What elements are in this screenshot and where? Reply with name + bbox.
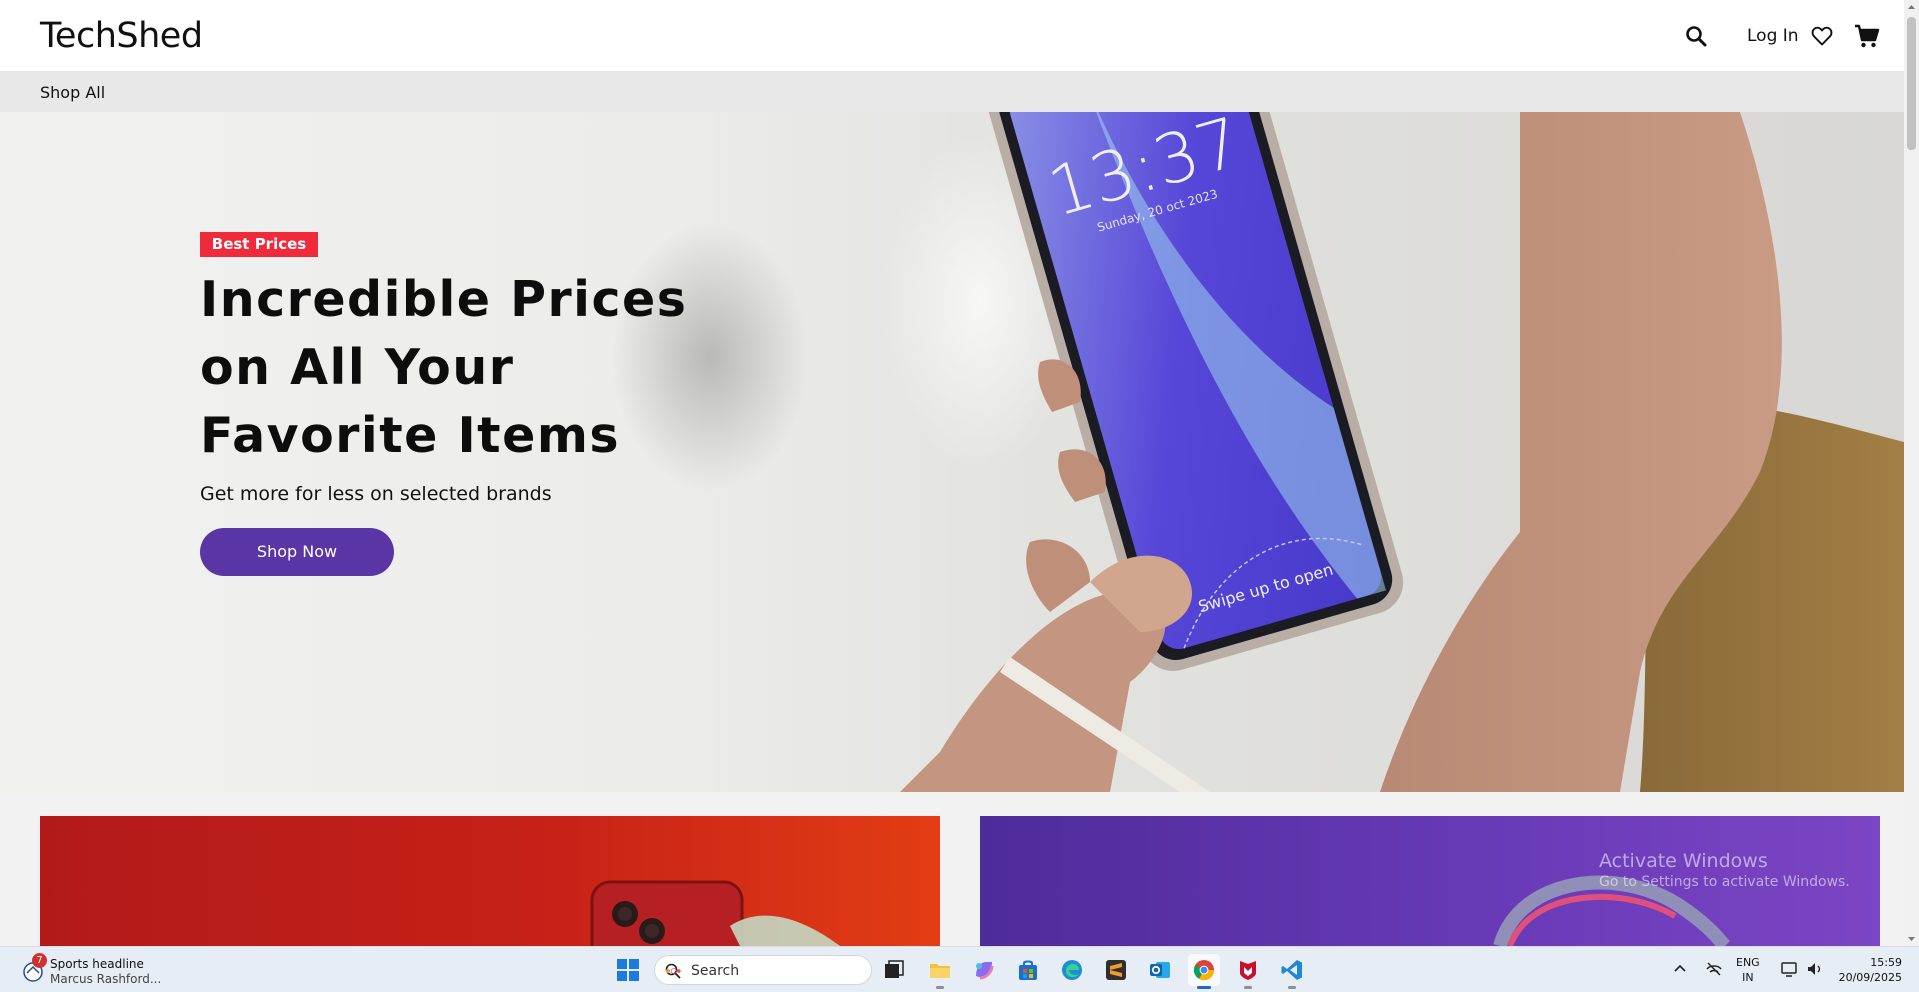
clock-date: 20/09/2025 — [1838, 971, 1902, 984]
news-count-badge: 7 — [32, 953, 47, 968]
edge-icon — [1062, 960, 1082, 980]
outlook-icon — [1150, 962, 1170, 978]
hero-phone-image: 13:37 Sunday, 20 oct 2023 Swipe up to op… — [900, 112, 1904, 792]
promo-card-purple[interactable] — [980, 816, 1880, 946]
region-code: IN — [1742, 971, 1754, 984]
hero-title: Incredible Prices on All Your Favorite I… — [200, 266, 720, 470]
news-widget[interactable]: 7 Sports headline Marcus Rashford... — [20, 953, 162, 987]
scroll-down-arrow-icon[interactable] — [1904, 931, 1919, 946]
sublime-button[interactable] — [1100, 954, 1132, 986]
heart-icon[interactable] — [1810, 24, 1834, 48]
promo-card-red[interactable] — [40, 816, 940, 946]
hero-title-line: Incredible Prices — [200, 271, 688, 328]
outlook-button[interactable] — [1144, 954, 1176, 986]
running-indicator — [1288, 986, 1296, 989]
nav-shop-all[interactable]: Shop All — [40, 83, 105, 102]
taskbar-search[interactable]: Search — [654, 955, 872, 985]
mcafee-button[interactable] — [1232, 954, 1264, 989]
start-button[interactable] — [612, 954, 644, 986]
sublime-text-icon — [1106, 960, 1126, 980]
taskbar-search-placeholder: Search — [691, 963, 740, 979]
site-logo[interactable]: TechShed — [40, 16, 203, 56]
page-scrollbar[interactable] — [1904, 0, 1919, 946]
system-clock[interactable]: 15:59 20/09/2025 — [1836, 955, 1902, 985]
hero-title-line: Favorite Items — [200, 407, 621, 464]
chrome-button[interactable] — [1188, 954, 1220, 989]
vscode-button[interactable] — [1276, 954, 1308, 989]
hero-banner: 13:37 Sunday, 20 oct 2023 Swipe up to op… — [0, 112, 1904, 792]
windows-taskbar: 7 Sports headline Marcus Rashford... Sea… — [0, 946, 1919, 992]
search-icon[interactable] — [1684, 24, 1708, 48]
red-phone-image — [590, 880, 840, 946]
language-code: ENG — [1736, 956, 1760, 969]
vscode-icon — [1281, 960, 1302, 980]
language-indicator[interactable]: ENG IN — [1736, 955, 1760, 985]
running-indicator — [1244, 986, 1252, 989]
edge-button[interactable] — [1056, 954, 1088, 986]
scroll-thumb[interactable] — [1907, 17, 1916, 150]
running-indicator — [936, 986, 944, 989]
site-header: TechShed Log In — [0, 0, 1904, 72]
folder-icon — [930, 964, 950, 978]
clock-time: 15:59 — [1870, 956, 1902, 969]
chrome-icon — [1193, 960, 1215, 981]
windows-logo-icon — [617, 959, 639, 981]
display-icon[interactable] — [1780, 960, 1798, 978]
hero-subtitle: Get more for less on selected brands — [200, 483, 552, 505]
shop-now-button[interactable]: Shop Now — [200, 528, 394, 576]
store-icon — [1019, 960, 1037, 980]
ms-store-button[interactable] — [1012, 954, 1044, 986]
file-explorer-button[interactable] — [924, 954, 956, 989]
chevron-up-icon[interactable] — [1672, 961, 1688, 977]
promo-section — [0, 792, 1904, 946]
category-nav: Shop All — [0, 72, 1904, 112]
copilot-icon — [976, 962, 994, 980]
login-link[interactable]: Log In — [1747, 26, 1799, 46]
network-offline-icon[interactable] — [1705, 960, 1723, 978]
headphones-image — [1493, 875, 1731, 946]
hero-title-line: on All Your — [200, 339, 515, 396]
task-view-icon — [885, 960, 904, 978]
copilot-button[interactable] — [968, 954, 1000, 986]
volume-icon[interactable] — [1806, 960, 1824, 978]
news-subtitle: Marcus Rashford... — [50, 972, 162, 986]
task-view-button[interactable] — [878, 954, 910, 986]
news-title: Sports headline — [50, 957, 144, 971]
running-indicator — [1197, 986, 1211, 989]
mcafee-icon — [1240, 961, 1256, 980]
cart-icon[interactable] — [1854, 23, 1880, 49]
search-highlight-icon — [665, 968, 681, 974]
scroll-up-arrow-icon[interactable] — [1904, 0, 1919, 15]
best-prices-badge: Best Prices — [200, 232, 318, 257]
